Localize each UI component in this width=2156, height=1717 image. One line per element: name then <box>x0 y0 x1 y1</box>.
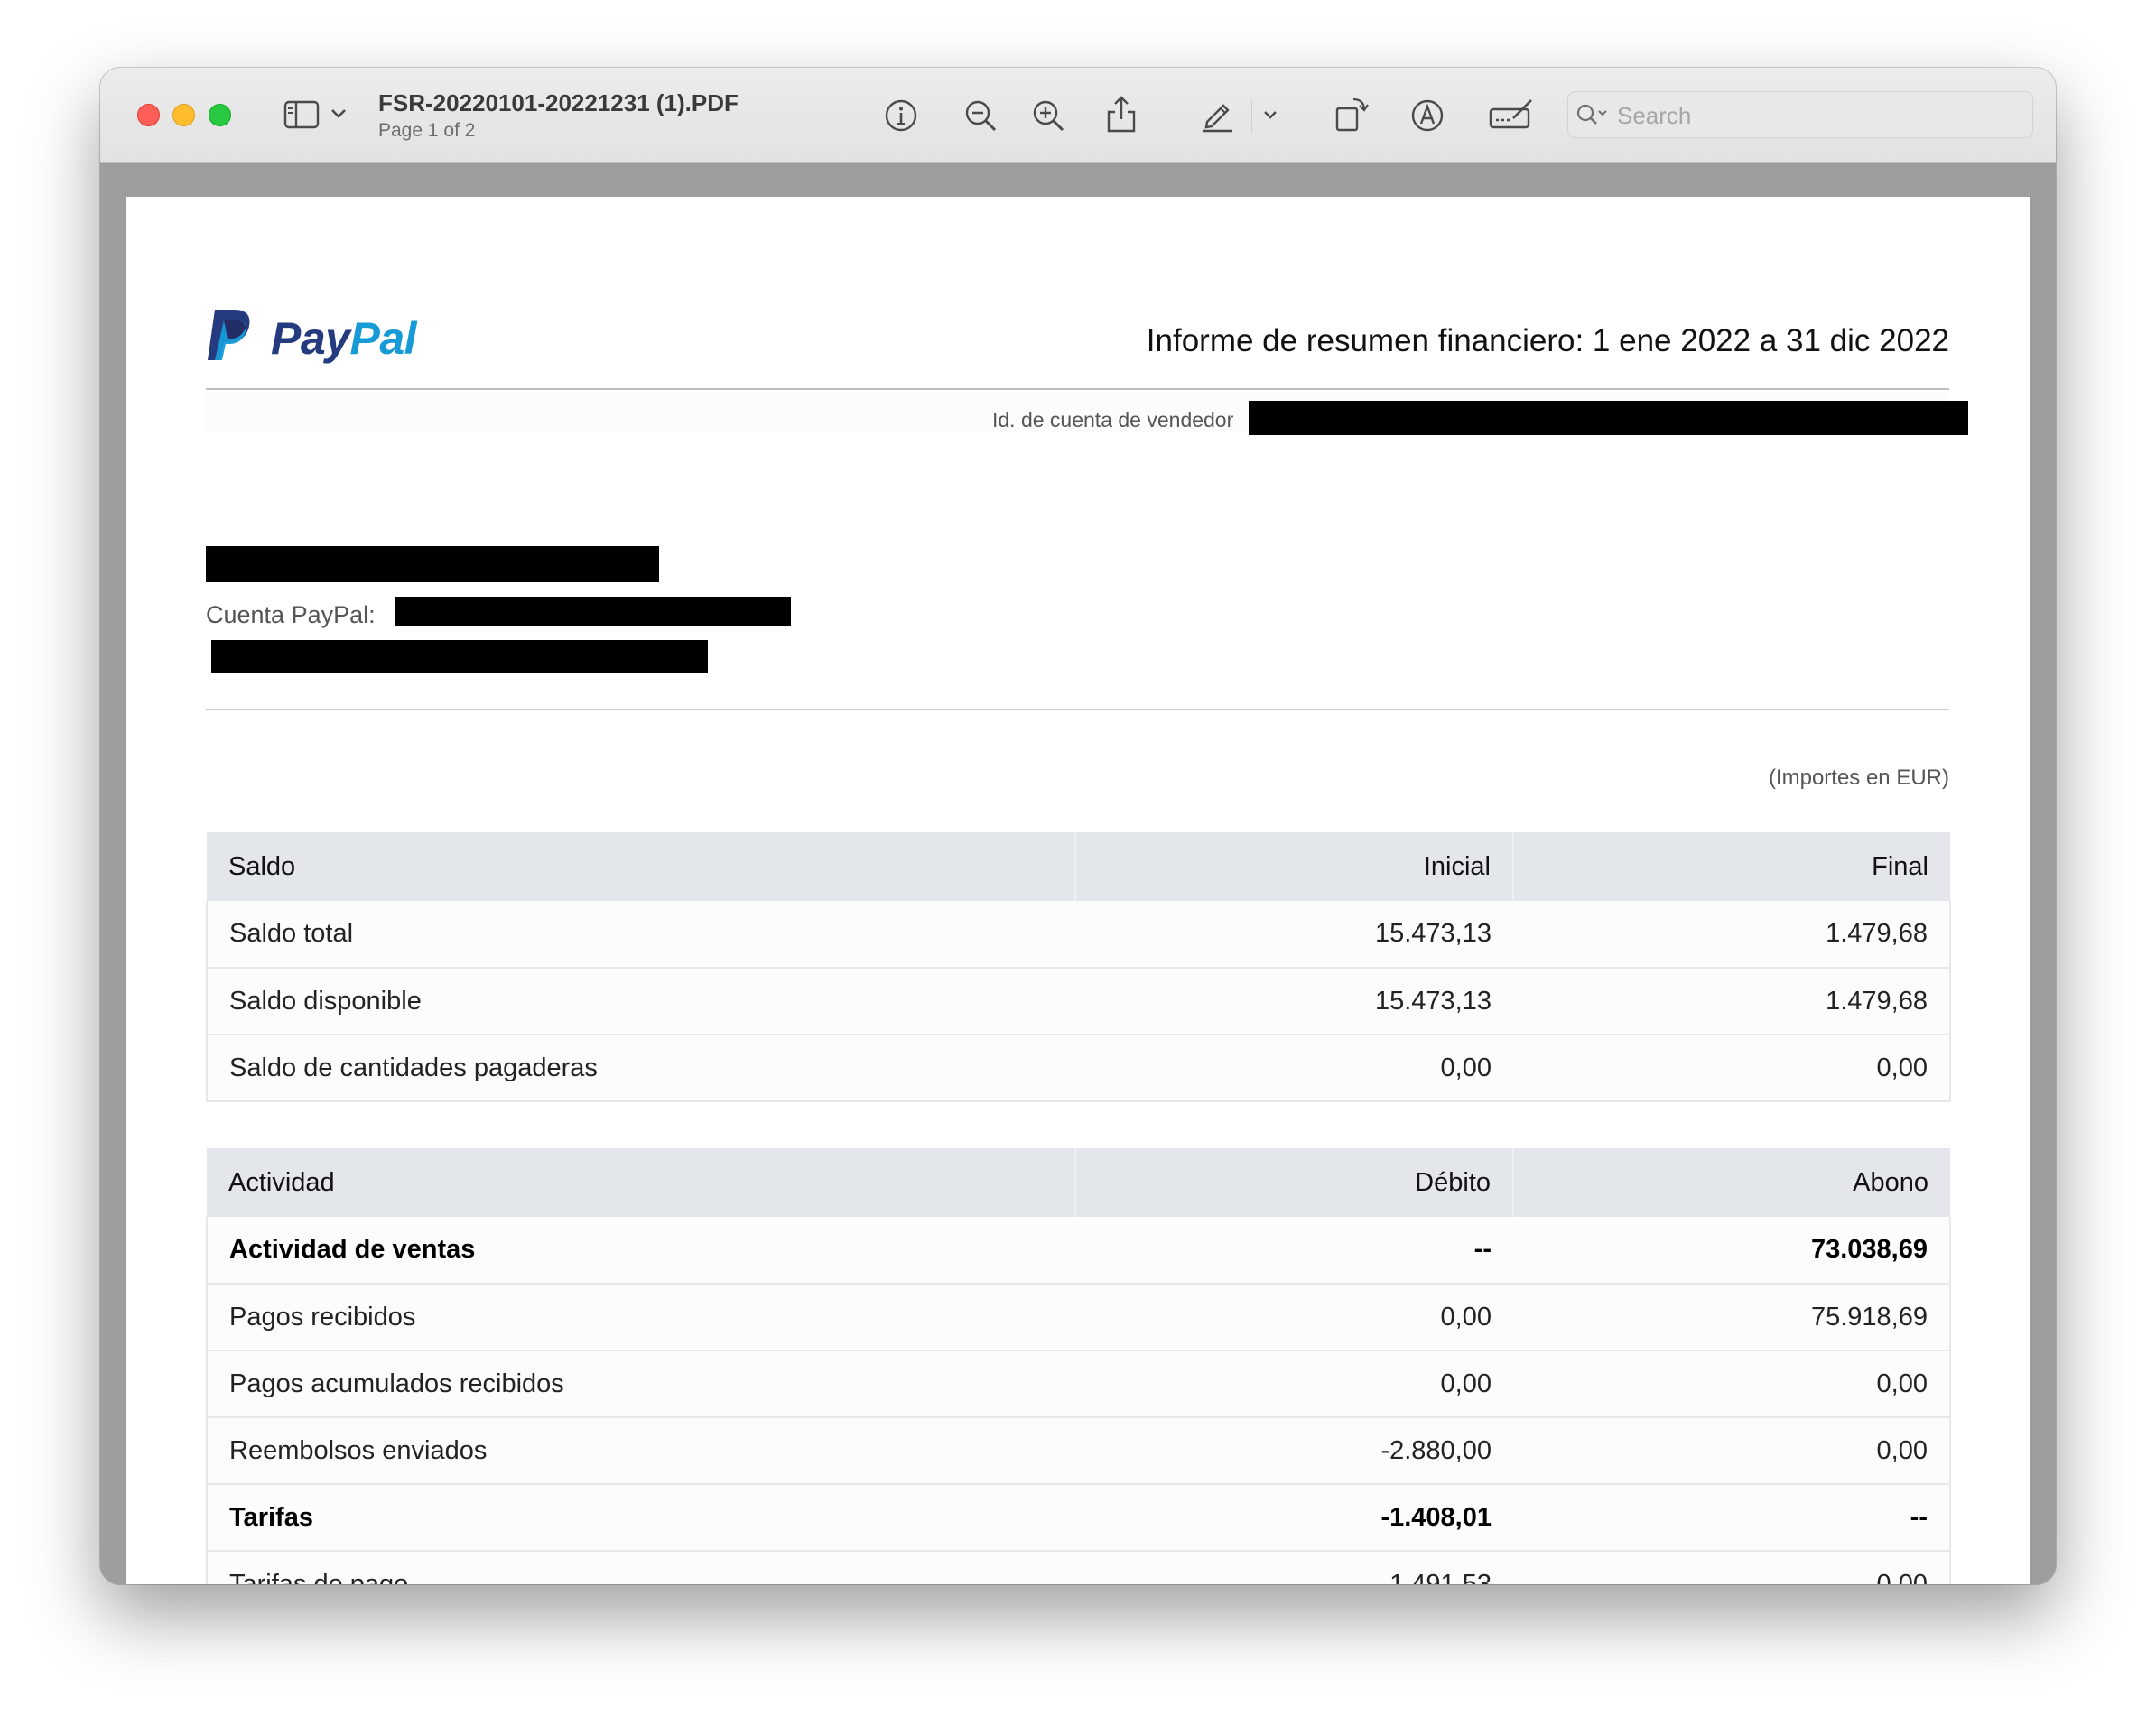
table-header-row: Actividad Débito Abono <box>207 1148 1950 1217</box>
signature-form-icon[interactable] <box>1488 95 1535 131</box>
zoom-window-button[interactable] <box>209 104 231 126</box>
search-input[interactable] <box>1615 99 2016 132</box>
row-value: 0,00 <box>1513 1350 1951 1418</box>
highlight-pen-icon[interactable] <box>1200 97 1236 133</box>
row-value: -- <box>1513 1484 1951 1552</box>
redaction-bar <box>211 640 708 673</box>
markup-icon[interactable] <box>1409 97 1445 134</box>
row-value: -- <box>1075 1217 1513 1285</box>
row-value: -1.491,53 <box>1075 1551 1513 1584</box>
currency-note: (Importes en EUR) <box>1768 766 1949 790</box>
table-row: Tarifas -1.408,01 -- <box>206 1484 1951 1552</box>
minimize-window-button[interactable] <box>172 104 195 126</box>
row-label: Saldo total <box>206 901 1075 969</box>
table-row: Actividad de ventas -- 73.038,69 <box>206 1217 1951 1285</box>
column-header: Inicial <box>1075 832 1514 901</box>
row-label: Pagos acumulados recibidos <box>206 1350 1075 1418</box>
row-label: Saldo disponible <box>206 968 1075 1035</box>
row-label: Reembolsos enviados <box>206 1417 1075 1485</box>
balance-table: Saldo Inicial Final Saldo total 15.473,1… <box>206 832 1951 1102</box>
toolbar: FSR-20220101-20221231 (1).PDF Page 1 of … <box>100 68 2056 163</box>
document-viewport[interactable]: PayPal Informe de resumen financiero: 1 … <box>100 163 2056 1584</box>
column-header: Abono <box>1513 1148 1950 1217</box>
row-value: 73.038,69 <box>1513 1217 1951 1285</box>
paypal-logo-icon <box>206 308 255 367</box>
zoom-in-icon[interactable] <box>1030 97 1066 134</box>
row-value: 15.473,13 <box>1075 968 1513 1035</box>
column-header: Actividad <box>207 1148 1076 1217</box>
redaction-bar <box>395 597 791 626</box>
table-row: Saldo de cantidades pagaderas 0,00 0,00 <box>206 1035 1951 1102</box>
redaction-bar <box>1249 401 1968 435</box>
column-header: Débito <box>1075 1148 1514 1217</box>
sidebar-toggle-icon[interactable] <box>283 100 320 129</box>
table-row: Pagos recibidos 0,00 75.918,69 <box>206 1284 1951 1351</box>
table-header-row: Saldo Inicial Final <box>207 832 1950 901</box>
row-label: Tarifas de pago <box>206 1551 1075 1584</box>
row-value: 0,00 <box>1513 1417 1951 1485</box>
row-value: 75.918,69 <box>1513 1284 1951 1351</box>
rotate-icon[interactable] <box>1334 94 1370 134</box>
row-label: Actividad de ventas <box>206 1217 1075 1285</box>
table-row: Reembolsos enviados -2.880,00 0,00 <box>206 1417 1951 1485</box>
chevron-down-icon[interactable] <box>330 107 347 120</box>
report-title: Informe de resumen financiero: 1 ene 202… <box>1146 323 1949 358</box>
row-value: 1.479,68 <box>1513 968 1951 1035</box>
toolbar-divider <box>1251 100 1252 133</box>
divider <box>206 709 1949 710</box>
search-icon <box>1575 103 1612 133</box>
table-row: Saldo total 15.473,13 1.479,68 <box>206 901 1951 969</box>
row-value: 0,00 <box>1513 1035 1951 1102</box>
document-title: FSR-20220101-20221231 (1).PDF <box>378 89 739 116</box>
info-icon[interactable] <box>883 97 919 134</box>
row-label: Pagos recibidos <box>206 1284 1075 1351</box>
pdf-page: PayPal Informe de resumen financiero: 1 … <box>126 197 2030 1584</box>
row-label: Tarifas <box>206 1484 1075 1552</box>
paypal-wordmark: PayPal <box>271 313 417 364</box>
row-value: -2.880,00 <box>1075 1417 1513 1485</box>
chevron-down-icon[interactable] <box>1263 109 1278 120</box>
zoom-out-icon[interactable] <box>962 97 999 134</box>
paypal-account-label: Cuenta PayPal: <box>206 601 376 628</box>
share-icon[interactable] <box>1105 94 1138 134</box>
row-value: -1.408,01 <box>1075 1484 1513 1552</box>
activity-table: Actividad Débito Abono Actividad de vent… <box>206 1148 1951 1584</box>
row-value: 0,00 <box>1075 1350 1513 1418</box>
column-header: Saldo <box>207 832 1076 901</box>
divider <box>206 388 1949 390</box>
row-value: 1.479,68 <box>1513 901 1951 969</box>
row-value: 0,00 <box>1513 1551 1951 1584</box>
row-value: 0,00 <box>1075 1035 1513 1102</box>
table-row: Tarifas de pago -1.491,53 0,00 <box>206 1551 1951 1584</box>
row-label: Saldo de cantidades pagaderas <box>206 1035 1075 1102</box>
preview-window: FSR-20220101-20221231 (1).PDF Page 1 of … <box>100 68 2056 1584</box>
row-value: 15.473,13 <box>1075 901 1513 969</box>
row-value: 0,00 <box>1075 1284 1513 1351</box>
redaction-bar <box>206 546 659 582</box>
table-row: Pagos acumulados recibidos 0,00 0,00 <box>206 1350 1951 1418</box>
close-window-button[interactable] <box>137 104 160 126</box>
page-indicator: Page 1 of 2 <box>378 120 476 141</box>
seller-id-label: Id. de cuenta de vendedor <box>992 408 1234 432</box>
table-row: Saldo disponible 15.473,13 1.479,68 <box>206 968 1951 1035</box>
search-field[interactable] <box>1567 91 2033 138</box>
column-header: Final <box>1513 832 1950 901</box>
